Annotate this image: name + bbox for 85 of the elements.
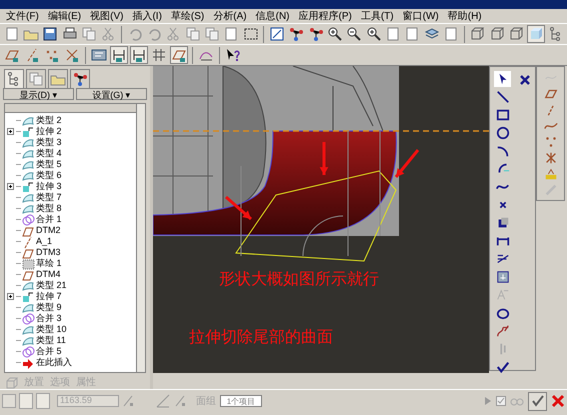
confirm-button[interactable] <box>528 392 547 410</box>
menu-item[interactable]: 信息(N) <box>256 8 290 24</box>
tree-item[interactable]: 类型 6 <box>36 170 62 181</box>
tree-item[interactable]: 拉伸 7 <box>36 291 62 302</box>
model-tree-tab[interactable] <box>4 69 24 88</box>
tree-item[interactable]: 类型 4 <box>36 148 62 159</box>
annotation-text: 形状大概如图所示就行 <box>219 270 379 290</box>
tree-item[interactable]: DTM3 <box>36 247 60 258</box>
datum-plane-icon[interactable] <box>542 87 558 100</box>
tree-item[interactable]: 拉伸 2 <box>36 126 62 137</box>
tree-item[interactable]: DTM4 <box>36 269 60 280</box>
extrude-feature-icon <box>21 124 35 138</box>
nodes-icon[interactable] <box>288 25 306 43</box>
favorites-tab[interactable] <box>70 69 90 88</box>
grid-icon[interactable] <box>150 46 168 64</box>
menu-item[interactable]: 编辑(E) <box>48 8 82 24</box>
menu-item[interactable]: 帮助(H) <box>448 8 482 24</box>
expand-icon[interactable] <box>7 183 14 190</box>
tree-item[interactable]: 在此插入 <box>36 357 72 368</box>
dropdown-button[interactable]: 设置(G) ▾ <box>76 88 147 100</box>
annotation-arrow <box>225 196 252 220</box>
tree-item[interactable]: 类型 21 <box>36 280 67 291</box>
menu-item[interactable]: 分析(A) <box>213 8 247 24</box>
menu-item[interactable]: 视图(V) <box>90 8 124 24</box>
flip-icon <box>174 395 186 407</box>
tree-item[interactable]: 合并 5 <box>36 346 62 357</box>
merge-feature-icon <box>21 212 35 226</box>
tree-item[interactable]: 类型 11 <box>36 335 66 346</box>
tree-item[interactable]: 类型 9 <box>36 302 62 313</box>
tree-item[interactable]: 类型 8 <box>36 203 62 214</box>
tree-item[interactable]: 类型 7 <box>36 192 62 203</box>
menu-item[interactable]: 文件(F) <box>6 8 39 24</box>
tree-item[interactable]: DTM2 <box>36 225 60 236</box>
merge-feature-icon <box>21 344 35 358</box>
surface-icon <box>156 394 170 408</box>
tree-item[interactable]: 拉伸 3 <box>36 181 62 192</box>
checkbox-icon[interactable] <box>496 396 506 406</box>
expand-icon[interactable] <box>7 293 14 300</box>
annotation-arrow <box>320 142 328 175</box>
tree-item[interactable]: 类型 5 <box>36 159 62 170</box>
rectangle-icon[interactable] <box>494 107 511 123</box>
menu-item[interactable]: 工具(T) <box>360 8 394 24</box>
cube-icon <box>6 376 18 388</box>
merge-feature-icon <box>21 312 35 326</box>
sketch-outline[interactable] <box>235 170 397 262</box>
expand-icon[interactable] <box>7 128 14 135</box>
circle-icon[interactable] <box>494 125 511 141</box>
menu-item[interactable]: 插入(I) <box>132 8 162 24</box>
annotation-arrow <box>394 149 420 178</box>
sketch-feature-icon <box>21 256 35 270</box>
pointer-icon[interactable] <box>494 71 511 87</box>
extrude-feature-icon <box>21 180 35 194</box>
layers-tab[interactable] <box>26 69 46 88</box>
check-icon[interactable] <box>494 359 511 375</box>
menu-item[interactable]: 草绘(S) <box>170 8 204 24</box>
shaded-cube-icon[interactable] <box>526 25 545 43</box>
dimension-icon[interactable] <box>110 46 128 64</box>
annotation-text: 拉伸切除尾部的曲面 <box>189 328 333 348</box>
tree-item[interactable]: 合并 3 <box>36 313 62 324</box>
menu-item[interactable]: 应用程序(P) <box>298 8 352 24</box>
dropdown-button[interactable]: 显示(D) ▾ <box>3 88 74 100</box>
quilt-field[interactable]: 1个项目 <box>220 395 262 407</box>
zoom-in-icon[interactable] <box>326 25 344 43</box>
tree-item[interactable]: 类型 3 <box>36 137 62 148</box>
window-icon[interactable] <box>268 25 286 43</box>
tree-item[interactable]: 草绘 1 <box>36 258 62 269</box>
zoom-out-icon[interactable] <box>346 25 364 43</box>
surface-button[interactable] <box>19 393 33 409</box>
close-icon[interactable] <box>519 74 531 86</box>
sketch-plane-button[interactable] <box>2 394 16 408</box>
tree-item[interactable]: 合并 1 <box>36 214 62 225</box>
save-icon[interactable] <box>42 25 60 43</box>
tree-item[interactable]: 类型 2 <box>36 115 62 126</box>
trim-icon[interactable] <box>494 323 511 339</box>
depth-button[interactable] <box>36 393 50 409</box>
extrude-feature-icon <box>21 290 35 304</box>
tree-item[interactable]: 类型 10 <box>36 324 67 335</box>
display-plane-icon[interactable] <box>170 46 188 64</box>
line-icon[interactable] <box>494 89 511 105</box>
menu-item[interactable]: 窗口(W) <box>402 8 439 24</box>
copy-icon[interactable] <box>184 25 202 43</box>
tree-item[interactable]: A_1 <box>36 236 52 247</box>
flip-icon <box>122 395 134 407</box>
scroll-bar[interactable] <box>137 103 146 373</box>
help-icon[interactable] <box>224 46 242 64</box>
